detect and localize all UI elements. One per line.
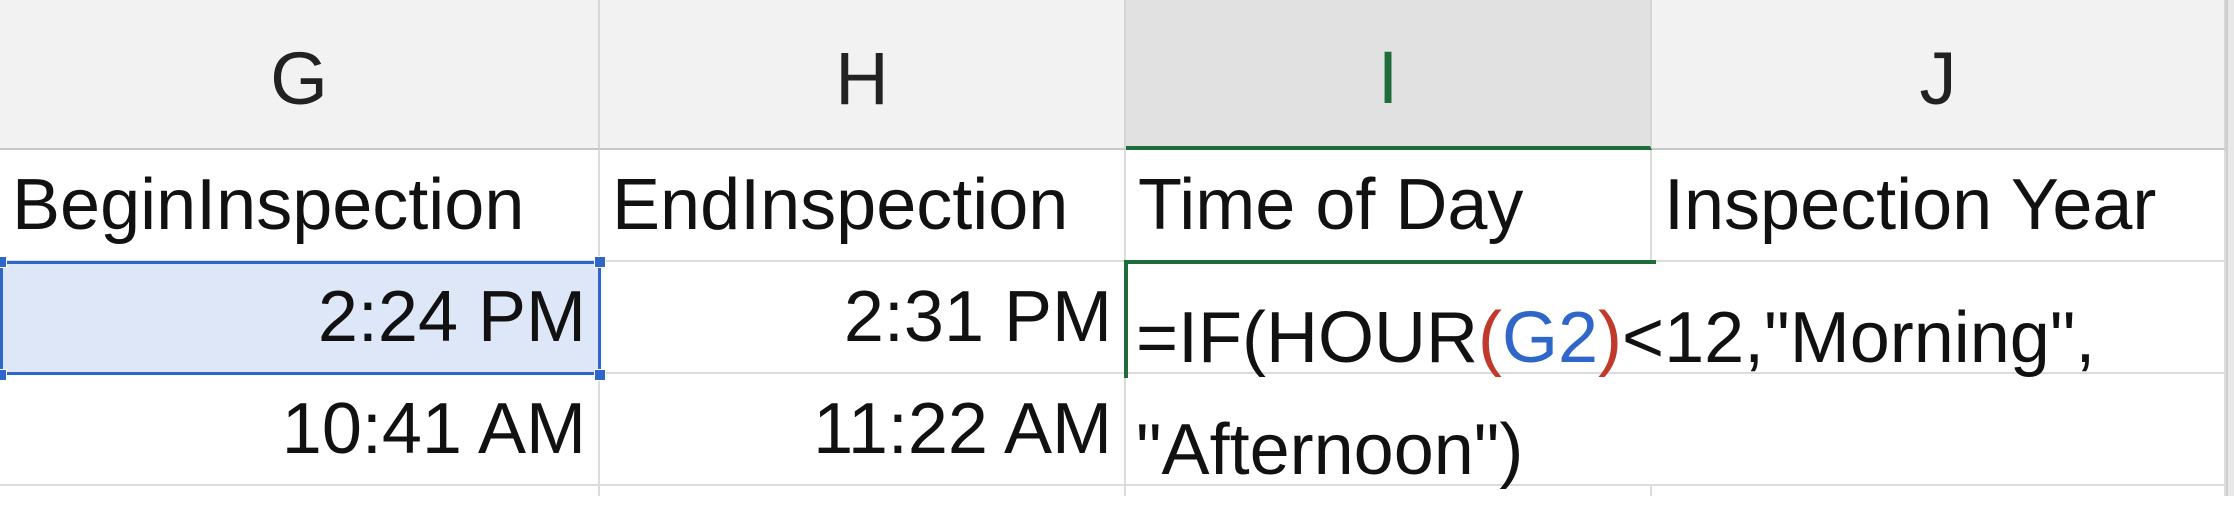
cell-i1-text: Time of Day (1138, 165, 1524, 245)
cell-i1[interactable]: Time of Day (1126, 150, 1652, 262)
cell-g3-text: 10:41 AM (281, 389, 586, 469)
cell-h4[interactable] (600, 486, 1126, 496)
formula-open-paren: ( (1478, 298, 1502, 378)
selection-handle-bottom-left[interactable] (0, 369, 7, 381)
column-header-g[interactable]: G (0, 0, 600, 150)
selection-handle-top-left[interactable] (0, 256, 7, 268)
cell-h2-text: 2:31 PM (843, 277, 1112, 357)
formula-prefix: =IF(HOUR (1136, 298, 1478, 378)
formula-cell-reference[interactable]: G2 (1502, 298, 1598, 378)
cell-h1[interactable]: EndInspection (600, 150, 1126, 262)
formula-condition: <12,"Morning", (1622, 298, 2096, 378)
vertical-scrollbar-edge[interactable] (2226, 0, 2234, 496)
formula-line-1: =IF(HOUR(G2)<12,"Morning", (1136, 282, 2095, 394)
column-header-j[interactable]: J (1652, 0, 2226, 150)
column-header-i[interactable]: I (1126, 0, 1652, 150)
spreadsheet-grid: G H I J BeginInspection EndInspection Ti… (0, 0, 2234, 496)
selection-handle-top-right[interactable] (594, 256, 606, 268)
cell-i2-formula-editor[interactable]: =IF(HOUR(G2)<12,"Morning", "Afternoon") (1136, 282, 2095, 506)
cell-g1[interactable]: BeginInspection (0, 150, 600, 262)
formula-line-2: "Afternoon") (1136, 394, 2095, 506)
cell-h3[interactable]: 11:22 AM (600, 374, 1126, 486)
cell-g4[interactable] (0, 486, 600, 496)
formula-else-value: "Afternoon") (1136, 410, 1524, 490)
cell-h2[interactable]: 2:31 PM (600, 262, 1126, 374)
cell-j1-text: Inspection Year (1664, 165, 2157, 245)
cell-j1[interactable]: Inspection Year (1652, 150, 2226, 262)
column-header-h[interactable]: H (600, 0, 1126, 150)
cell-h3-text: 11:22 AM (813, 389, 1112, 469)
formula-close-paren: ) (1598, 298, 1623, 378)
cell-g1-text: BeginInspection (12, 165, 525, 245)
cell-h1-text: EndInspection (612, 165, 1069, 245)
selection-handle-bottom-right[interactable] (594, 369, 606, 381)
selection-range-border (0, 261, 601, 375)
cell-g3[interactable]: 10:41 AM (0, 374, 600, 486)
